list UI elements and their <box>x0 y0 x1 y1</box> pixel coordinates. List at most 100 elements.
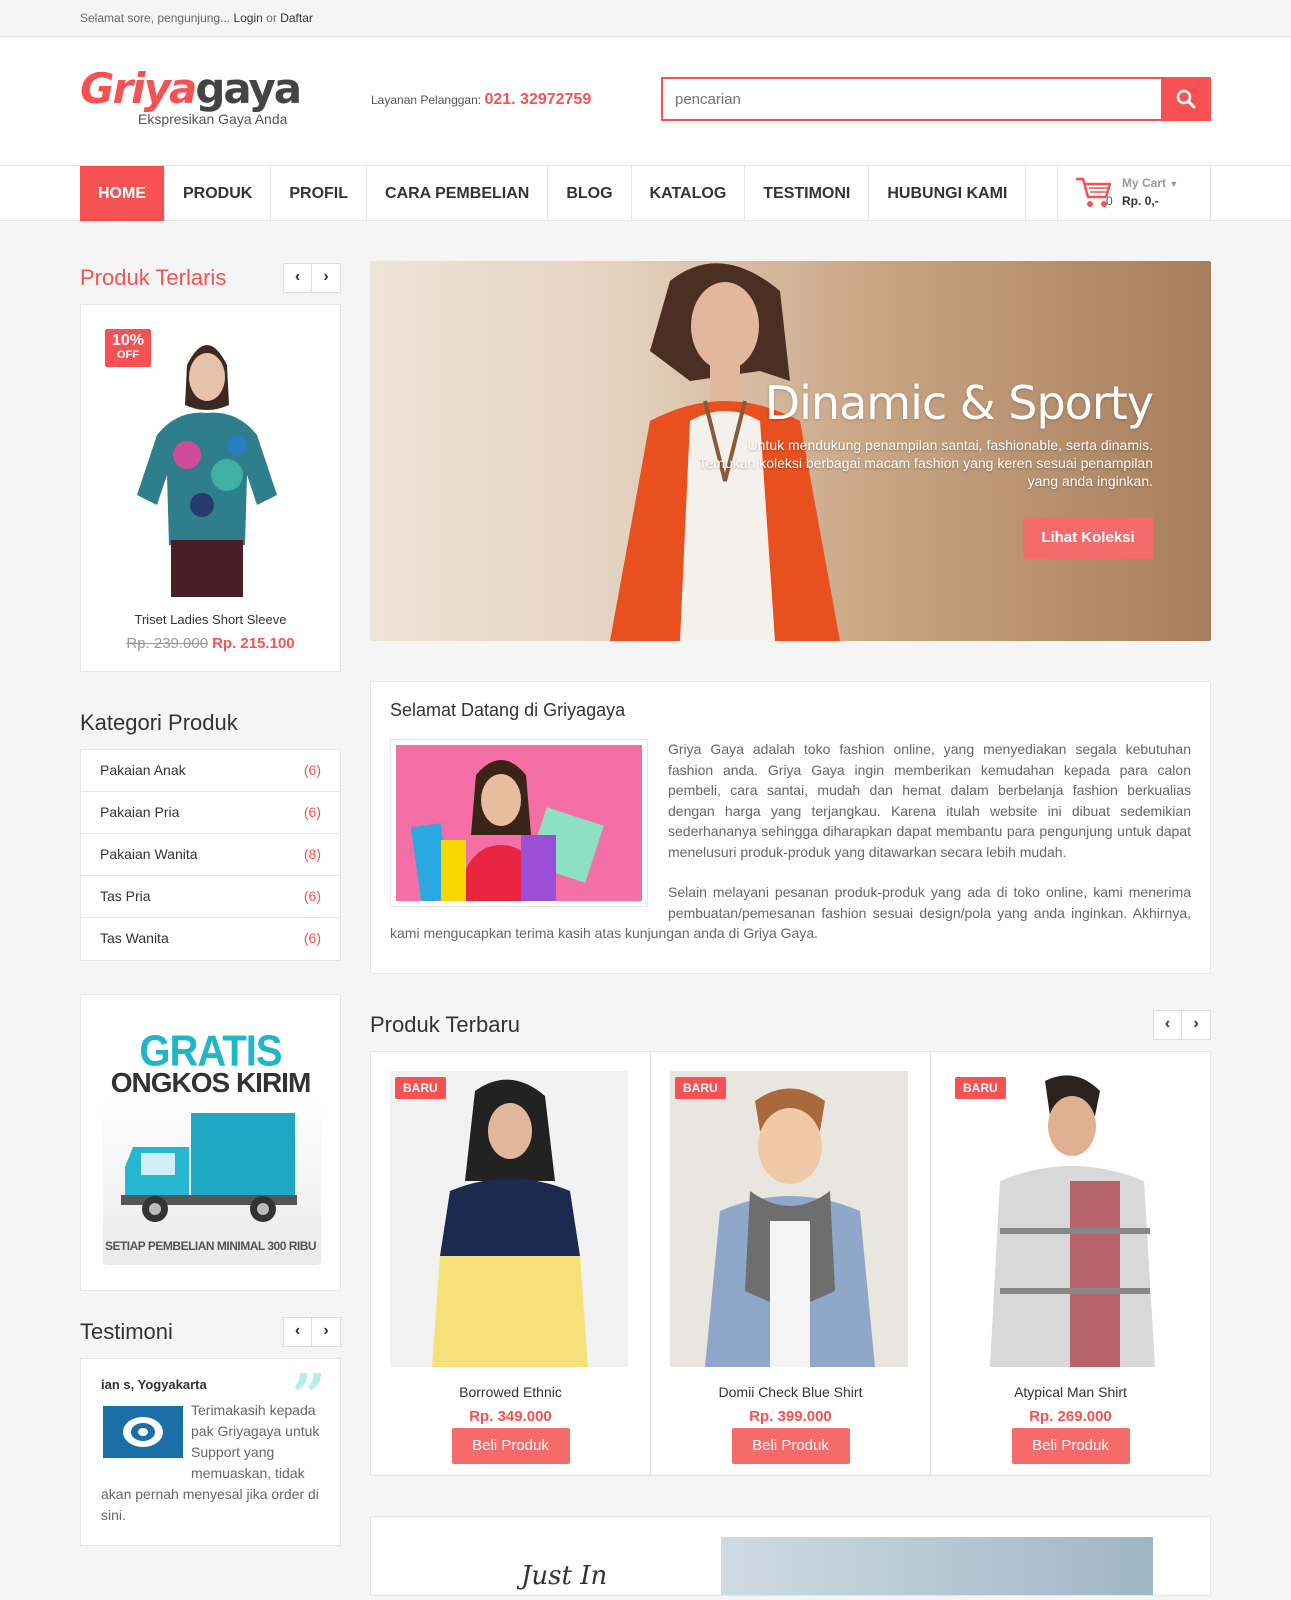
category-item[interactable]: Pakaian Wanita (8) <box>81 834 340 876</box>
mini-cart[interactable]: 0 My Cart ▼ Rp. 0,- <box>1057 166 1211 221</box>
category-list: Pakaian Anak (6) Pakaian Pria (6) Pakaian … <box>80 749 341 961</box>
bestseller-card[interactable]: 10% OFF Triset Ladies Short Sleeve Rp. 2… <box>80 304 341 672</box>
new-products-grid: BARU Borrowed Ethnic Rp. 349.000 Beli Pr… <box>370 1051 1211 1476</box>
testimonial-card: ” ian s, Yogyakarta Terimakasih kepada p… <box>80 1358 341 1546</box>
bestseller-product-name[interactable]: Triset Ladies Short Sleeve <box>81 612 340 627</box>
service-label: Layanan Pelanggan: <box>371 93 482 107</box>
product-name[interactable]: Atypical Man Shirt <box>931 1384 1210 1400</box>
just-in-banner[interactable]: Just In <box>370 1516 1211 1596</box>
slider-title: Dinamic & Sporty <box>764 376 1154 430</box>
promo-line2: ONGKOS KIRIM <box>110 1067 312 1098</box>
man-shirt-image <box>950 1071 1188 1367</box>
category-item[interactable]: Tas Wanita (6) <box>81 918 340 960</box>
testimoni-title: Testimoni <box>80 1319 173 1344</box>
product-card[interactable]: BARU Borrowed Ethnic Rp. 349.000 Beli Pr… <box>371 1052 651 1475</box>
just-in-image <box>721 1537 1153 1595</box>
category-item[interactable]: Tas Pria (6) <box>81 876 340 918</box>
categories-heading: Kategori Produk <box>80 710 238 735</box>
category-item[interactable]: Pakaian Pria (6) <box>81 792 340 834</box>
nav-produk[interactable]: PRODUK <box>165 166 272 221</box>
search-icon <box>1176 89 1196 109</box>
top-bar: Selamat sore, pengunjung... Login or Daf… <box>0 0 1291 37</box>
testimonial-author: ian s, Yogyakarta <box>101 1377 207 1392</box>
buy-button[interactable]: Beli Produk <box>731 1428 850 1464</box>
new-badge: BARU <box>675 1077 726 1099</box>
cart-label: My Cart ▼ <box>1122 176 1179 190</box>
site-logo[interactable]: Griyagaya Ekspresikan Gaya Anda <box>80 64 302 128</box>
bestseller-heading: Produk Terlaris ‹ › <box>80 261 341 295</box>
prev-arrow-icon[interactable]: ‹ <box>284 264 312 292</box>
product-image <box>670 1071 908 1367</box>
bestseller-prices: Rp. 239.000 Rp. 215.100 <box>81 635 340 652</box>
next-arrow-icon[interactable]: › <box>1182 1011 1210 1039</box>
avatar-logo-icon <box>123 1417 163 1447</box>
next-arrow-icon[interactable]: › <box>312 1318 340 1346</box>
promo-line3: SETIAP PEMBELIAN MINIMAL 300 RIBU <box>104 1239 317 1253</box>
buy-button[interactable]: Beli Produk <box>451 1428 570 1464</box>
main-nav: HOME PRODUK PROFIL CARA PEMBELIAN BLOG K… <box>0 166 1291 221</box>
boy-shirt-image <box>670 1071 908 1367</box>
login-link[interactable]: Login <box>233 11 262 25</box>
bestseller-title: Produk Terlaris <box>80 265 227 290</box>
slider-description: Untuk mendukung penampilan santai, fashi… <box>698 437 1153 489</box>
or-text: or <box>266 11 277 25</box>
quote-icon: ” <box>291 1362 326 1432</box>
bestseller-arrows: ‹ › <box>283 263 341 293</box>
prev-arrow-icon[interactable]: ‹ <box>284 1318 312 1346</box>
discount-badge: 10% OFF <box>105 329 151 367</box>
nav-profil[interactable]: PROFIL <box>271 166 368 221</box>
product-price: Rp. 269.000 <box>1029 1408 1112 1425</box>
discount-percent: 10% <box>111 332 145 349</box>
nav-home[interactable]: HOME <box>80 166 165 221</box>
logo-part1: Griya <box>80 64 197 113</box>
new-products-arrows: ‹ › <box>1153 1010 1211 1040</box>
register-link[interactable]: Daftar <box>280 11 313 25</box>
old-price: Rp. 239.000 <box>126 635 209 652</box>
product-name[interactable]: Borrowed Ethnic <box>371 1384 650 1400</box>
product-name[interactable]: Domii Check Blue Shirt <box>651 1384 930 1400</box>
nav-katalog[interactable]: KATALOG <box>632 166 746 221</box>
testimoni-heading: Testimoni ‹ › <box>80 1315 341 1349</box>
shopping-woman-image <box>396 745 642 901</box>
nav-blog[interactable]: BLOG <box>548 166 632 221</box>
welcome-title: Selamat Datang di Griyagaya <box>390 700 626 720</box>
search-input[interactable] <box>661 77 1161 121</box>
next-arrow-icon[interactable]: › <box>312 264 340 292</box>
avatar <box>103 1406 183 1458</box>
logo-tagline: Ekspresikan Gaya Anda <box>138 111 288 127</box>
hero-slider[interactable]: Dinamic & Sporty Untuk mendukung penampi… <box>370 261 1211 641</box>
new-badge: BARU <box>955 1077 1006 1099</box>
hijab-woman-image <box>390 1071 628 1367</box>
nav-hubungi-kami[interactable]: HUBUNGI KAMI <box>869 166 1027 221</box>
product-card[interactable]: BARU Domii Check Blue Shirt Rp. 399.000 … <box>651 1052 931 1475</box>
new-price: Rp. 215.100 <box>212 635 295 652</box>
product-image <box>390 1071 628 1367</box>
testimoni-arrows: ‹ › <box>283 1317 341 1347</box>
welcome-box: Selamat Datang di Griyagaya Griya Gaya a… <box>370 681 1211 974</box>
sidebar: Produk Terlaris ‹ › 10% OFF Triset Ladie… <box>80 261 341 1546</box>
search-button[interactable] <box>1161 77 1211 121</box>
site-header: Griyagaya Ekspresikan Gaya Anda Layanan … <box>0 37 1291 166</box>
free-shipping-banner[interactable]: GRATIS ONGKOS KIRIM SETIAP PEMBELIAN MIN… <box>80 994 341 1291</box>
product-price: Rp. 399.000 <box>749 1408 832 1425</box>
service-phone: 021. 32972759 <box>484 91 592 108</box>
cart-total: Rp. 0,- <box>1122 194 1159 208</box>
category-item[interactable]: Pakaian Anak (6) <box>81 750 340 792</box>
product-price: Rp. 349.000 <box>469 1408 552 1425</box>
nav-cara-pembelian[interactable]: CARA PEMBELIAN <box>367 166 549 221</box>
cart-count: 0 <box>1106 194 1113 208</box>
nav-testimoni[interactable]: TESTIMONI <box>745 166 870 221</box>
new-badge: BARU <box>395 1077 446 1099</box>
new-products-heading: Produk Terbaru ‹ › <box>370 1008 1211 1042</box>
content: Dinamic & Sporty Untuk mendukung penampi… <box>370 261 1211 1596</box>
logo-part2: gaya <box>195 64 302 113</box>
customer-service: Layanan Pelanggan: 021. 32972759 <box>371 91 591 109</box>
welcome-image <box>390 739 648 907</box>
prev-arrow-icon[interactable]: ‹ <box>1154 1011 1182 1039</box>
greeting-text: Selamat sore, pengunjung... <box>80 11 231 25</box>
search-bar <box>661 77 1211 121</box>
product-card[interactable]: BARU Atypical Man Shirt Rp. 269.000 Beli… <box>931 1052 1210 1475</box>
view-collection-button[interactable]: Lihat Koleksi <box>1023 517 1153 559</box>
buy-button[interactable]: Beli Produk <box>1011 1428 1130 1464</box>
discount-off: OFF <box>117 349 139 361</box>
